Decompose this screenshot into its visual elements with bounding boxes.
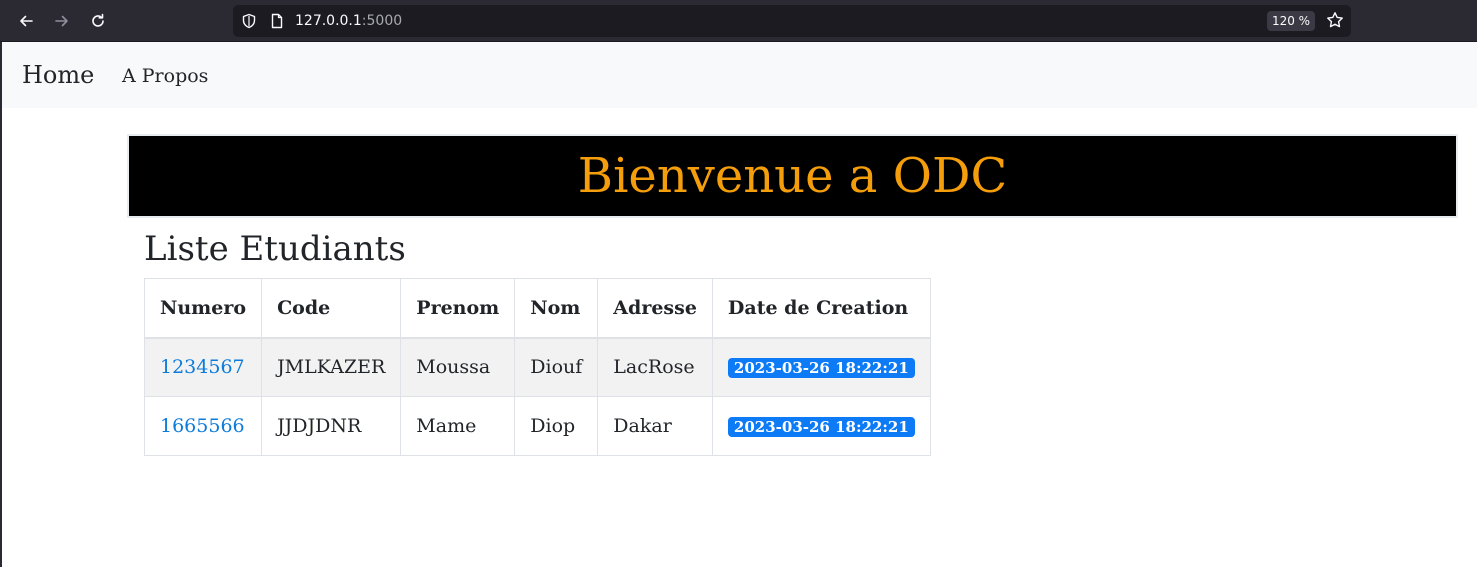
cell-date: 2023-03-26 18:22:21 — [711, 396, 931, 456]
browser-toolbar: 127.0.0.1:5000 120 % — [0, 0, 1477, 42]
shield-icon[interactable] — [241, 13, 257, 29]
column-header-adresse: Adresse — [597, 278, 713, 339]
table-row: 1234567 JMLKAZER Moussa Diouf LacRose 20… — [143, 337, 931, 397]
url-text[interactable]: 127.0.0.1:5000 — [295, 12, 402, 30]
column-header-prenom: Prenom — [400, 278, 516, 339]
column-header-nom: Nom — [514, 278, 599, 339]
site-navbar: Home A Propos — [2, 42, 1477, 108]
bookmark-star-icon[interactable] — [1326, 11, 1344, 29]
cell-nom: Diop — [514, 396, 599, 456]
date-badge: 2023-03-26 18:22:21 — [727, 417, 915, 437]
column-header-date: Date de Creation — [711, 278, 931, 339]
cell-date: 2023-03-26 18:22:21 — [711, 337, 931, 397]
student-number-link[interactable]: 1234567 — [160, 356, 245, 378]
student-number-link[interactable]: 1665566 — [160, 415, 245, 437]
cell-adresse: LacRose — [597, 337, 713, 397]
address-bar[interactable]: 127.0.0.1:5000 120 % — [233, 5, 1351, 37]
cell-prenom: Moussa — [400, 337, 516, 397]
page-icon[interactable] — [269, 13, 285, 29]
cell-code: JMLKAZER — [261, 337, 402, 397]
cell-numero: 1234567 — [143, 337, 263, 397]
back-arrow-icon — [20, 15, 33, 27]
table-row: 1665566 JJDJDNR Mame Diop Dakar 2023-03-… — [143, 396, 931, 456]
students-list-title: Liste Etudiants — [144, 229, 406, 269]
cell-nom: Diouf — [514, 337, 599, 397]
welcome-banner: Bienvenue a ODC — [127, 134, 1458, 218]
cell-code: JJDJDNR — [261, 396, 402, 456]
table-header-row: Numero Code Prenom Nom Adresse Date de C… — [143, 278, 931, 339]
cell-numero: 1665566 — [143, 396, 263, 456]
forward-arrow-icon — [55, 15, 68, 27]
students-table: Numero Code Prenom Nom Adresse Date de C… — [143, 278, 931, 456]
cell-adresse: Dakar — [597, 396, 713, 456]
url-port: :5000 — [361, 13, 403, 29]
cell-prenom: Mame — [400, 396, 516, 456]
reload-icon — [92, 13, 104, 27]
date-badge: 2023-03-26 18:22:21 — [727, 358, 915, 379]
column-header-numero: Numero — [143, 278, 263, 339]
forward-button[interactable] — [51, 10, 73, 32]
column-header-code: Code — [261, 278, 402, 339]
back-button[interactable] — [15, 10, 37, 32]
reload-button[interactable] — [87, 10, 109, 32]
nav-home-link[interactable]: Home — [22, 61, 94, 89]
window-edge — [0, 42, 2, 567]
welcome-title: Bienvenue a ODC — [577, 148, 1008, 204]
url-host: 127.0.0.1 — [295, 13, 362, 29]
nav-apropos-link[interactable]: A Propos — [122, 65, 208, 87]
zoom-level-button[interactable]: 120 % — [1267, 11, 1315, 31]
